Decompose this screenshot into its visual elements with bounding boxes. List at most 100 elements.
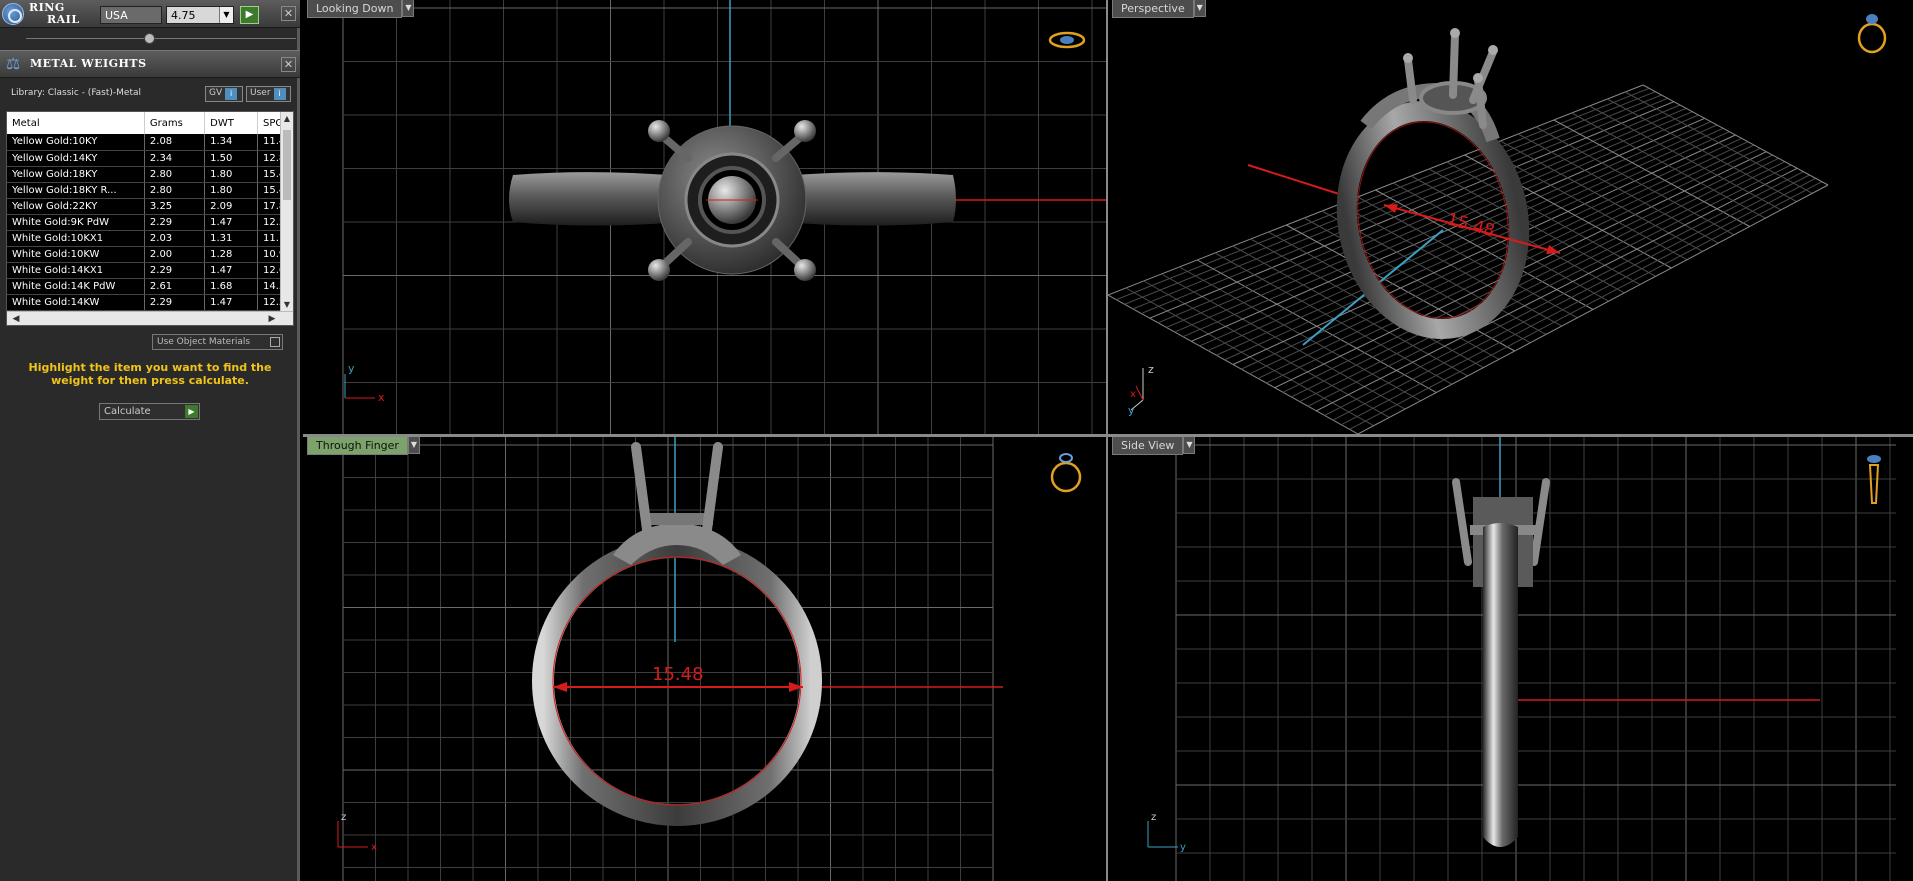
viewport-looking-down[interactable]: Looking Down ▼ y x [303,0,1106,434]
close-ring-rail-button[interactable]: ✕ [281,6,296,21]
table-cell-grams: 2.80 [144,166,206,183]
table-cell-grams: 2.80 [144,182,206,199]
column-header-dwt[interactable]: DWT [204,112,258,134]
table-cell-grams: 2.03 [144,230,206,247]
column-header-metal[interactable]: Metal [7,112,145,134]
ring-rail-slider-handle[interactable] [144,33,155,44]
table-cell-metal: White Gold:10KW [7,246,145,263]
ring-rail-title: RING RAIL [29,2,80,26]
table-row[interactable]: White Gold:14KX1 2.29 1.47 12.61 [7,262,293,279]
table-cell-dwt: 1.47 [204,294,258,311]
table-row[interactable]: Yellow Gold:18KY R... 2.80 1.80 15.42 [7,182,293,199]
table-row[interactable]: Yellow Gold:18KY 2.80 1.80 15.42 [7,166,293,183]
scroll-thumb[interactable] [283,130,291,200]
ring-size-select[interactable]: 4.75 ▼ [166,6,234,24]
viewport-label-side-view: Side View [1121,439,1175,452]
metal-weights-title: METAL WEIGHTS [30,57,147,70]
column-header-grams[interactable]: Grams [144,112,206,134]
ring-top-view-icon[interactable] [1048,31,1086,49]
ring-front-view-icon[interactable] [1050,453,1082,493]
use-object-materials-checkbox[interactable]: Use Object Materials [152,334,283,350]
chevron-down-icon[interactable]: ▼ [1183,437,1196,454]
svg-text:15.48: 15.48 [1445,210,1497,242]
viewport-menu-through-finger[interactable]: Through Finger ▼ [307,437,420,455]
table-cell-grams: 2.00 [144,246,206,263]
looking-down-canvas: y x [342,0,1106,434]
ring-rail-slider-track[interactable] [26,38,296,39]
ring-rail-logo-icon [2,3,24,25]
table-cell-dwt: 1.68 [204,278,258,295]
viewport-through-finger[interactable]: Through Finger ▼ 15.48 z x [303,437,1106,881]
grid-lines [1175,437,1896,881]
close-metal-weights-button[interactable]: ✕ [281,57,296,72]
table-row[interactable]: White Gold:10KX1 2.03 1.31 11.16 [7,230,293,247]
table-row[interactable]: White Gold:14KW 2.29 1.47 12.59 [7,294,293,311]
table-row[interactable]: White Gold:9K PdW 2.29 1.47 12.59 [7,214,293,231]
scale-icon: ⚖ [5,54,21,73]
library-label: Library: Classic - (Fast)-Metal [11,88,142,98]
svg-text:15.48: 15.48 [652,664,704,685]
left-panel: RING RAIL USA 4.75 ▼ ▶ ✕ ⚖ METAL WEIGHTS… [0,0,300,881]
table-cell-grams: 2.29 [144,262,206,279]
viewport-menu-side-view[interactable]: Side View ▼ [1112,437,1196,455]
table-cell-dwt: 1.50 [204,150,258,167]
perspective-canvas: 15.48 z x y [1108,14,1887,434]
svg-text:z: z [341,812,346,823]
ring-perspective-view-icon[interactable] [1857,14,1887,54]
viewport-divider-vertical[interactable] [1106,0,1108,881]
chevron-down-icon[interactable]: ▼ [219,7,233,23]
table-cell-grams: 2.29 [144,294,206,311]
svg-text:y: y [348,362,355,375]
ring-model-side [1452,478,1550,847]
gv-toggle[interactable]: GV i [205,86,243,102]
viewport-menu-looking-down[interactable]: Looking Down ▼ [307,0,415,18]
table-cell-metal: White Gold:14KW [7,294,145,311]
checkbox-icon[interactable] [270,337,280,347]
scroll-down-icon[interactable]: ▼ [281,299,293,311]
table-cell-metal: White Gold:10KX1 [7,230,145,247]
table-row[interactable]: White Gold:10KW 2.00 1.28 10.99 [7,246,293,263]
table-cell-dwt: 1.47 [204,214,258,231]
table-row[interactable]: White Gold:14K PdW 2.61 1.68 14.37 [7,278,293,295]
table-cell-grams: 2.29 [144,214,206,231]
table-cell-grams: 3.25 [144,198,206,215]
axis-gizmo: z x y [1128,363,1154,417]
table-vertical-scrollbar[interactable]: ▲ ▼ [280,112,293,312]
table-row[interactable]: Yellow Gold:22KY 3.25 2.09 17.89 [7,198,293,215]
chevron-down-icon[interactable]: ▼ [1193,0,1206,17]
country-select[interactable]: USA [100,6,162,24]
table-cell-dwt: 1.31 [204,230,258,247]
scroll-left-icon[interactable]: ◀ [9,312,23,325]
viewport-side-view[interactable]: Side View ▼ z y [1108,437,1913,881]
ring-size-value: 4.75 [171,9,196,22]
apply-size-button[interactable]: ▶ [240,6,259,24]
table-cell-dwt: 1.47 [204,262,258,279]
chevron-down-icon[interactable]: ▼ [407,437,420,454]
ring-rail-header: RING RAIL USA 4.75 ▼ ▶ ✕ [0,0,300,28]
table-row[interactable]: Yellow Gold:10KY 2.08 1.34 11.41 [7,134,293,151]
metal-weights-header: ⚖ METAL WEIGHTS ✕ [0,50,300,78]
viewport-label-looking-down: Looking Down [316,2,394,15]
ring-model-front [532,442,822,826]
table-cell-metal: White Gold:14KX1 [7,262,145,279]
use-object-materials-label: Use Object Materials [157,337,251,347]
axis-gizmo: z y [1147,812,1186,853]
table-cell-metal: Yellow Gold:18KY R... [7,182,145,199]
scroll-up-icon[interactable]: ▲ [281,113,293,125]
svg-text:y: y [1128,404,1135,417]
table-row[interactable]: Yellow Gold:14KY 2.34 1.50 12.88 [7,150,293,167]
table-horizontal-scrollbar[interactable]: ◀ ▶ [7,311,293,325]
viewport-perspective[interactable]: Perspective ▼ 15.48 z x y [1108,0,1913,434]
scroll-right-icon[interactable]: ▶ [265,312,279,325]
table-cell-dwt: 1.34 [204,134,258,151]
calculate-label: Calculate [104,406,151,417]
calculate-button[interactable]: Calculate ▶ [99,403,200,420]
gv-toggle-label: GV [209,88,223,98]
viewport-menu-perspective[interactable]: Perspective ▼ [1112,0,1206,18]
svg-text:x: x [1130,389,1136,400]
viewport-divider-horizontal[interactable] [303,434,1913,437]
chevron-down-icon[interactable]: ▼ [402,0,415,17]
table-cell-metal: White Gold:14K PdW [7,278,145,295]
user-toggle[interactable]: User i [246,86,291,102]
info-icon: i [225,88,238,100]
